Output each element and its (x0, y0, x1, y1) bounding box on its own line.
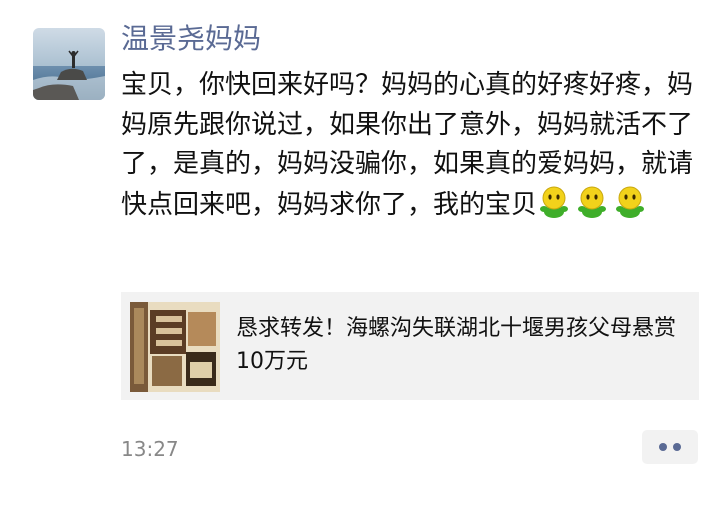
shared-link-card[interactable]: 恳求转发！海螺沟失联湖北十堰男孩父母悬赏10万元 (121, 292, 699, 400)
author-avatar[interactable] (33, 28, 105, 100)
more-dot-icon (673, 443, 681, 451)
post-timestamp: 13:27 (121, 437, 179, 461)
green-smiley-emoji-icon (616, 186, 645, 218)
post-content: 宝贝，你快回来好吗？妈妈的心真的好疼好疼，妈妈原先跟你说过，如果你出了意外，妈妈… (121, 66, 701, 225)
link-title[interactable]: 恳求转发！海螺沟失联湖北十堰男孩父母悬赏10万元 (236, 312, 686, 378)
green-smiley-emoji-icon (578, 186, 607, 218)
author-name[interactable]: 温景尧妈妈 (121, 19, 261, 59)
more-dot-icon (659, 443, 667, 451)
link-thumbnail (130, 302, 220, 392)
green-smiley-emoji-icon (540, 186, 569, 218)
more-options-button[interactable] (642, 430, 698, 464)
